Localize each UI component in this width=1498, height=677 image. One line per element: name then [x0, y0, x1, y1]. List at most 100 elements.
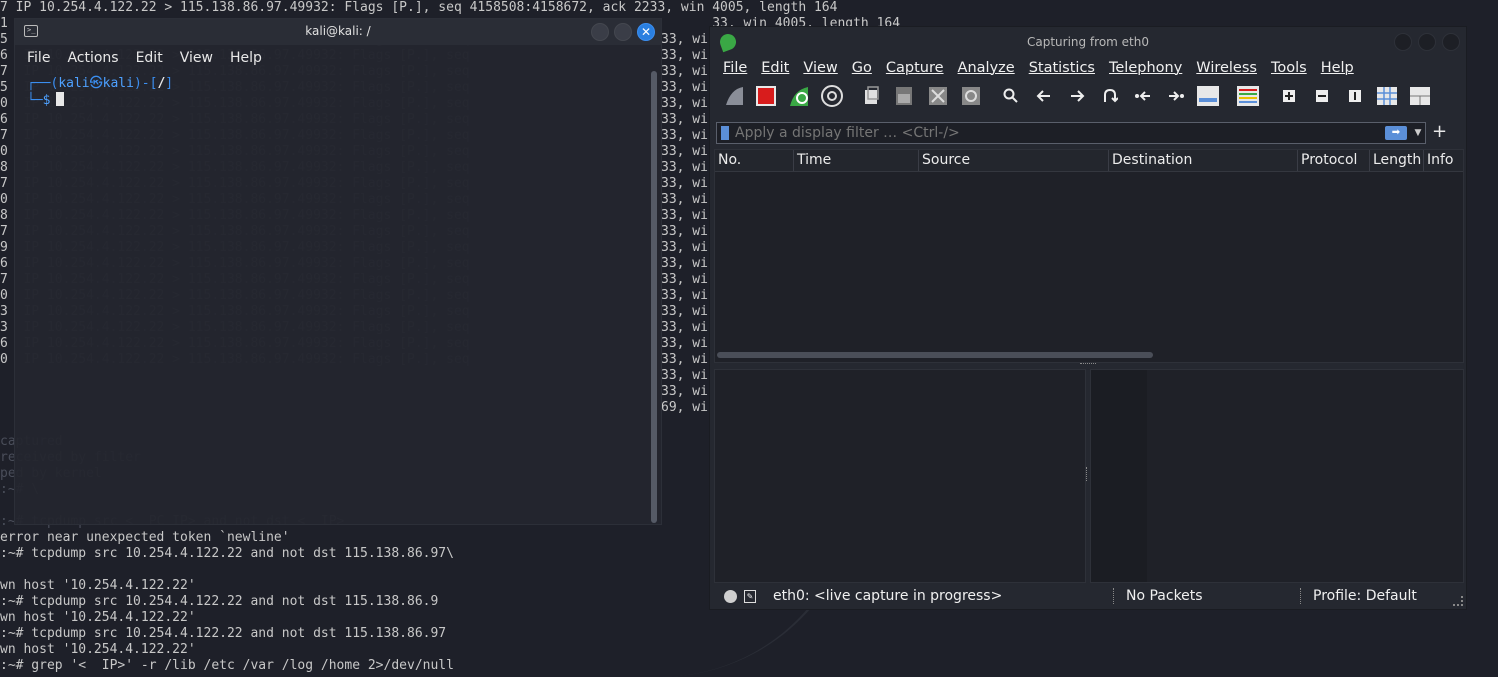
terminal-scrollbar[interactable] [651, 71, 657, 523]
column-source[interactable]: Source [919, 150, 1109, 171]
terminal-output-line: :~# tcpdump src 10.254.4.122.22 and not … [0, 626, 447, 641]
prompt-user: kali [58, 76, 90, 91]
terminal-line-suffix: 33, wi [661, 336, 708, 351]
normal-size-icon[interactable] [1342, 83, 1368, 109]
terminal-line-suffix: 33, wi [661, 256, 708, 271]
close-file-icon[interactable] [925, 83, 951, 109]
packet-bytes-pane[interactable] [1090, 369, 1464, 583]
stop-capture-icon[interactable] [753, 83, 779, 109]
go-to-packet-icon[interactable] [1097, 83, 1123, 109]
terminal-menu-file[interactable]: File [27, 50, 50, 66]
column-length[interactable]: Length [1370, 150, 1424, 171]
column-preferences-icon[interactable] [1407, 83, 1433, 109]
status-separator [1113, 588, 1114, 604]
packet-list[interactable]: No. Time Source Destination Protocol Len… [714, 149, 1464, 363]
packet-details-pane[interactable] [714, 369, 1086, 583]
wireshark-toolbar [710, 79, 1466, 115]
ws-menu-tools[interactable]: Tools [1271, 60, 1307, 76]
capture-comment-edit-icon[interactable]: ✎ [744, 589, 756, 603]
first-packet-icon[interactable] [1130, 83, 1156, 109]
terminal-output-line: :~# tcpdump src 10.254.4.122.22 and not … [0, 594, 439, 609]
column-destination[interactable]: Destination [1109, 150, 1298, 171]
status-separator [1300, 588, 1301, 604]
save-file-icon[interactable] [891, 83, 917, 109]
wireshark-window[interactable]: Capturing from eth0 File Edit View Go Ca… [709, 26, 1467, 610]
terminal-line-suffix: 33, wi [661, 80, 708, 95]
column-time[interactable]: Time [794, 150, 919, 171]
open-file-icon[interactable] [859, 83, 885, 109]
terminal-output-line: error near unexpected token `newline' [0, 530, 290, 545]
restart-capture-icon[interactable] [787, 83, 813, 109]
prompt-symbol: ㉿ [89, 76, 103, 91]
resize-grip-icon[interactable] [1453, 596, 1463, 606]
column-info[interactable]: Info [1424, 150, 1463, 171]
ws-menu-analyze[interactable]: Analyze [958, 60, 1015, 76]
terminal-menu-edit[interactable]: Edit [136, 50, 163, 66]
colorize-icon[interactable] [1235, 83, 1261, 109]
column-no[interactable]: No. [715, 150, 794, 171]
find-packet-search-icon[interactable] [998, 83, 1024, 109]
resize-columns-icon[interactable] [1374, 83, 1400, 109]
terminal-line-suffix: 33, wi [661, 240, 708, 255]
ws-minimize-button[interactable] [1394, 33, 1412, 51]
terminal-output-line: :~# tcpdump src 10.254.4.122.22 and not … [0, 546, 454, 561]
terminal-window[interactable]: >_ kali@kali: / ✕ File Actions Edit View… [14, 18, 662, 525]
terminal-menu-help[interactable]: Help [230, 50, 262, 66]
display-filter-input[interactable] [735, 125, 1385, 141]
terminal-output-line: :~# grep '< IP>' -r /lib /etc /var /log … [0, 658, 454, 673]
apply-filter-arrow-icon[interactable]: ➡ [1385, 126, 1407, 140]
terminal-output-line: 7 IP 10.254.4.122.22 > 115.138.86.97.499… [0, 0, 838, 15]
ws-menu-help[interactable]: Help [1321, 60, 1354, 76]
filter-bookmark-icon[interactable] [721, 126, 729, 140]
go-forward-arrow-icon[interactable] [1064, 83, 1090, 109]
go-back-arrow-icon[interactable] [1031, 83, 1057, 109]
close-button[interactable]: ✕ [637, 23, 655, 41]
wireshark-menubar: File Edit View Go Capture Analyze Statis… [710, 57, 1466, 79]
ws-menu-wireless[interactable]: Wireless [1196, 60, 1257, 76]
add-filter-button-plus-icon[interactable]: + [1432, 121, 1447, 142]
ws-menu-capture[interactable]: Capture [886, 60, 944, 76]
wireshark-titlebar[interactable]: Capturing from eth0 [710, 27, 1466, 57]
ws-menu-statistics[interactable]: Statistics [1029, 60, 1095, 76]
terminal-line-suffix: 33, wi [661, 176, 708, 191]
prompt-line-2: └─$ [27, 92, 649, 109]
terminal-titlebar[interactable]: >_ kali@kali: / ✕ [15, 19, 661, 45]
terminal-line-suffix: 33, wi [661, 352, 708, 367]
zoom-out-icon[interactable] [1309, 83, 1335, 109]
ws-menu-view[interactable]: View [803, 60, 837, 76]
prompt-line-1: ┌──(kali㉿kali)-[/] [27, 76, 174, 91]
terminal-menu-view[interactable]: View [180, 50, 213, 66]
ws-maximize-button[interactable] [1418, 33, 1436, 51]
minimize-button[interactable] [591, 23, 609, 41]
terminal-line-suffix: 33, wi [661, 128, 708, 143]
maximize-button[interactable] [614, 23, 632, 41]
zoom-in-icon[interactable] [1276, 83, 1302, 109]
display-filter-bar: ➡ ▼ [716, 122, 1426, 144]
last-packet-icon[interactable] [1163, 83, 1189, 109]
filter-history-chevron-down-icon[interactable]: ▼ [1411, 128, 1425, 138]
terminal-line-suffix: 33, wi [661, 144, 708, 159]
status-profile[interactable]: Profile: Default [1313, 588, 1417, 604]
terminal-line-suffix: 33, wi [661, 192, 708, 207]
ws-close-button[interactable] [1442, 33, 1460, 51]
capture-options-gear-icon[interactable] [819, 83, 845, 109]
column-protocol[interactable]: Protocol [1298, 150, 1370, 171]
packet-list-hscrollbar[interactable] [717, 352, 1153, 358]
ws-menu-edit[interactable]: Edit [761, 60, 789, 76]
autoscroll-icon[interactable] [1195, 83, 1221, 109]
ws-menu-file[interactable]: File [723, 60, 747, 76]
ws-menu-telephony[interactable]: Telephony [1109, 60, 1182, 76]
terminal-menu-actions[interactable]: Actions [67, 50, 118, 66]
terminal-body[interactable]: ┌──(kali㉿kali)-[/] └─$ [15, 71, 661, 113]
ws-menu-go[interactable]: Go [852, 60, 872, 76]
terminal-title: kali@kali: / [305, 24, 371, 38]
reload-file-icon[interactable] [958, 83, 984, 109]
terminal-line-suffix: 33, wi [661, 112, 708, 127]
pane-splitter-handle[interactable] [1080, 363, 1096, 367]
status-interface: eth0: <live capture in progress> [773, 588, 1003, 604]
terminal-line-suffix: 33, wi [661, 224, 708, 239]
start-capture-fin-icon[interactable] [721, 83, 747, 109]
terminal-line-suffix: 33, wi [661, 64, 708, 79]
expert-info-indicator-icon[interactable] [724, 589, 737, 603]
terminal-output-line: wn host '10.254.4.122.22' [0, 642, 196, 657]
